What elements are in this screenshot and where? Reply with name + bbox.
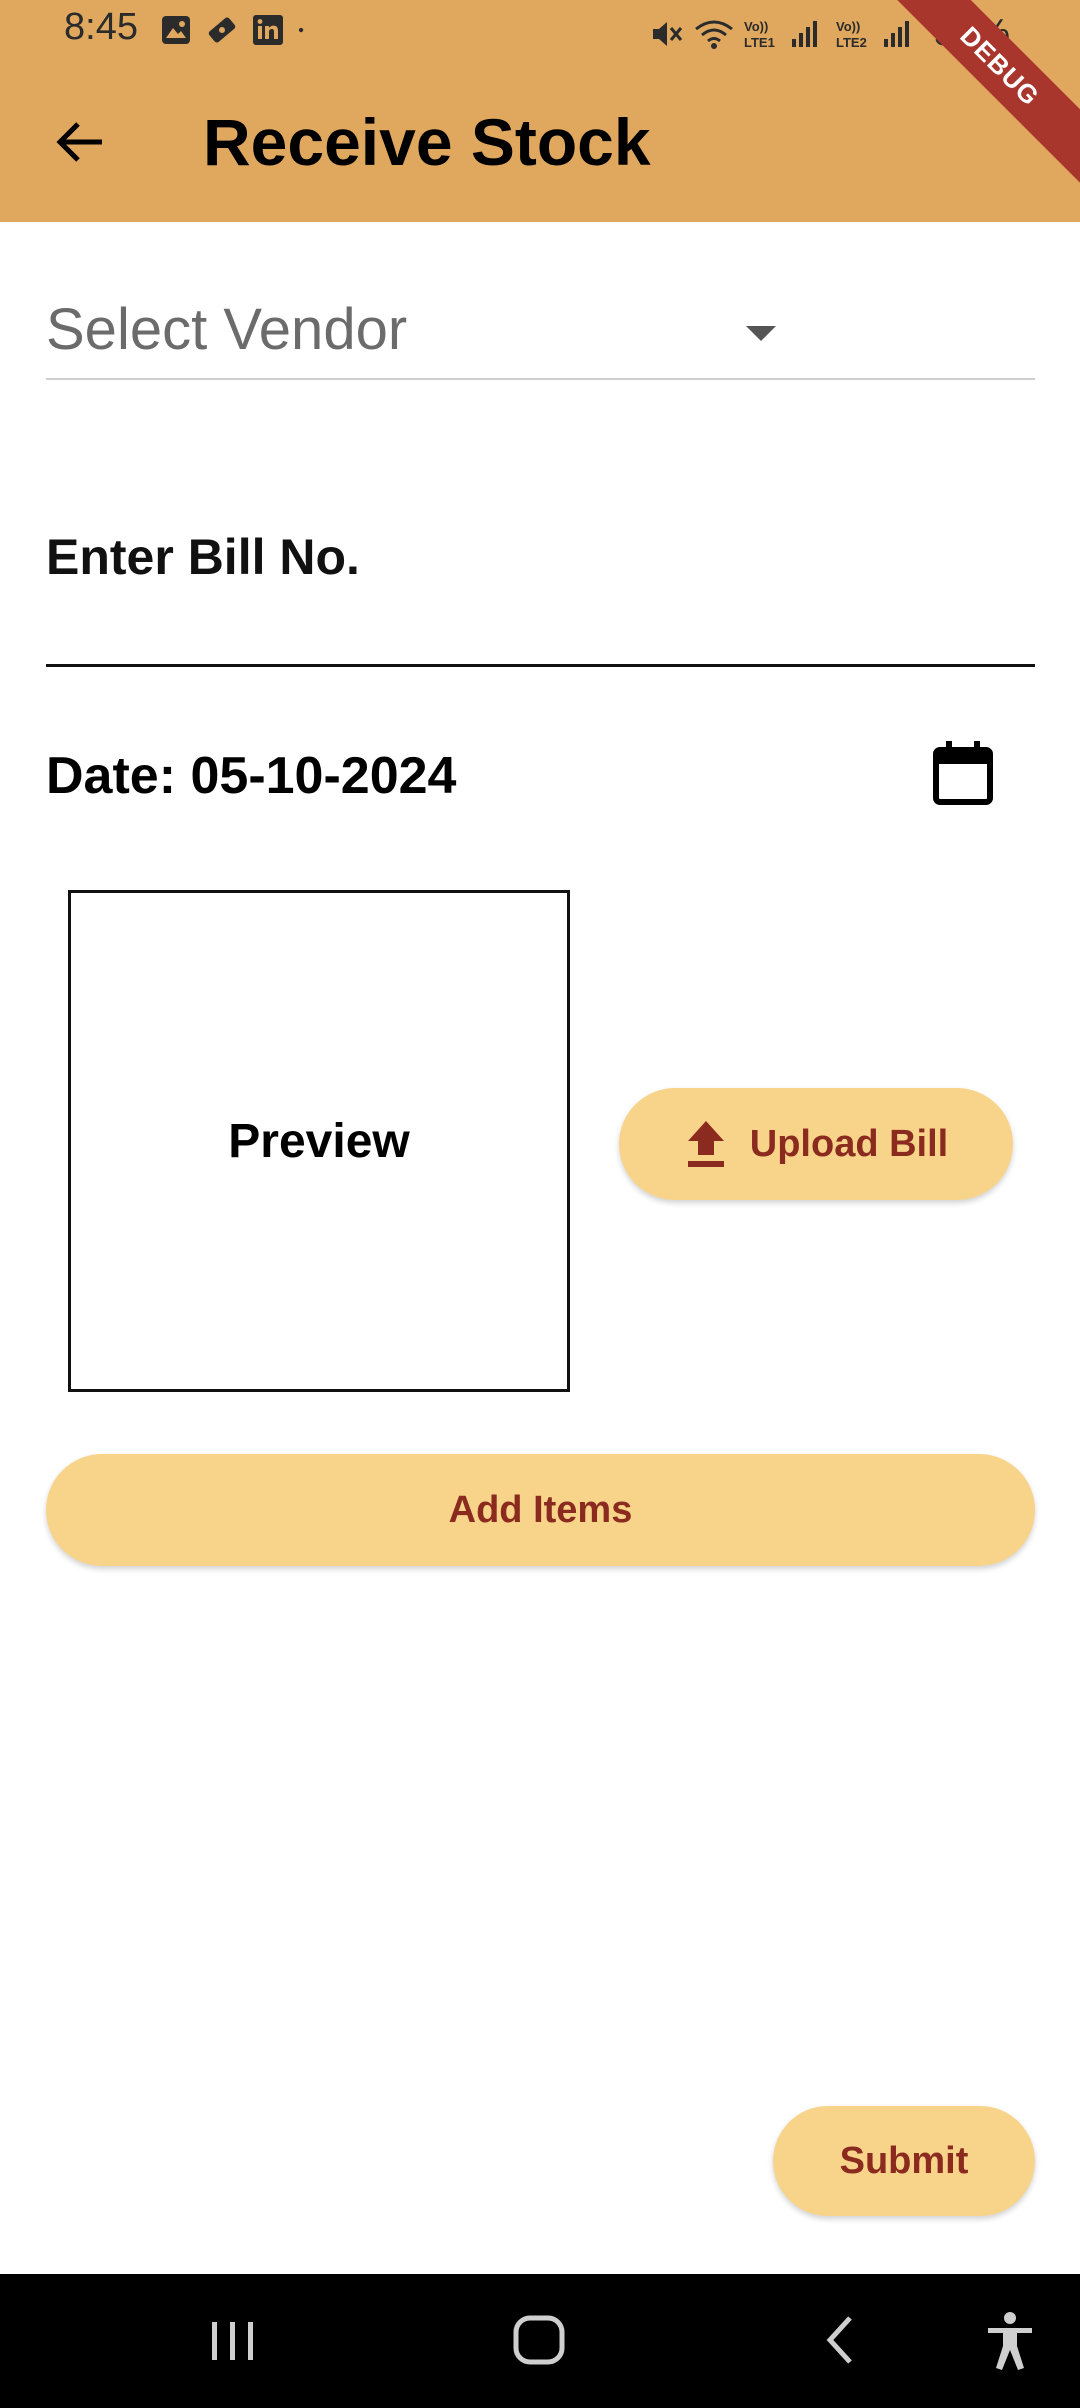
linkedin-icon: [253, 15, 283, 45]
preview-label: Preview: [228, 1114, 410, 1168]
back-button[interactable]: [42, 104, 118, 180]
vendor-dropdown[interactable]: Select Vendor: [46, 290, 1035, 380]
svg-text:LTE2: LTE2: [836, 35, 867, 50]
vendor-dropdown-placeholder: Select Vendor: [46, 297, 408, 362]
wifi-icon: [695, 20, 733, 49]
status-notification-icons: [160, 14, 312, 46]
dot-icon: [298, 27, 304, 33]
bill-no-field[interactable]: Enter Bill No.: [46, 520, 1035, 667]
arrow-left-icon: [56, 122, 102, 162]
back-icon[interactable]: [820, 2310, 860, 2370]
caret-down-icon: [746, 326, 776, 341]
status-time: 8:45: [64, 6, 138, 48]
lte2-signal-icon: Vo)) LTE2: [836, 19, 909, 50]
upload-bill-label: Upload Bill: [749, 1122, 949, 1165]
home-icon[interactable]: [510, 2310, 570, 2370]
header: 8:45 Vo)) LTE1 Vo)) LTE2 DEBUG Receive S…: [0, 0, 1080, 222]
bill-preview-box: Preview: [68, 890, 570, 1392]
gallery-icon: [162, 16, 190, 44]
lte1-signal-icon: Vo)) LTE1: [744, 19, 817, 50]
date-row: Date: 05-10-2024: [46, 740, 1035, 820]
calendar-button[interactable]: [932, 740, 994, 806]
submit-button[interactable]: Submit: [773, 2106, 1035, 2216]
ticket-icon: [208, 17, 236, 43]
recents-icon[interactable]: [208, 2310, 258, 2370]
bill-no-label: Enter Bill No.: [46, 529, 360, 585]
accessibility-icon[interactable]: [984, 2310, 1036, 2372]
add-items-button[interactable]: Add Items: [46, 1454, 1035, 1566]
upload-bill-button[interactable]: Upload Bill: [619, 1088, 1013, 1200]
mute-icon: [652, 21, 683, 46]
app-bar: Receive Stock: [0, 64, 1080, 222]
svg-text:Vo)): Vo)): [744, 19, 768, 34]
svg-text:LTE1: LTE1: [744, 35, 775, 50]
add-items-label: Add Items: [448, 1488, 633, 1531]
svg-text:Vo)): Vo)): [836, 19, 860, 34]
system-nav-bar: [0, 2274, 1080, 2408]
date-text: Date: 05-10-2024: [46, 747, 457, 805]
page-title: Receive Stock: [203, 105, 651, 179]
calendar-icon: [933, 741, 993, 805]
submit-label: Submit: [839, 2139, 969, 2182]
upload-icon: [687, 1121, 724, 1167]
